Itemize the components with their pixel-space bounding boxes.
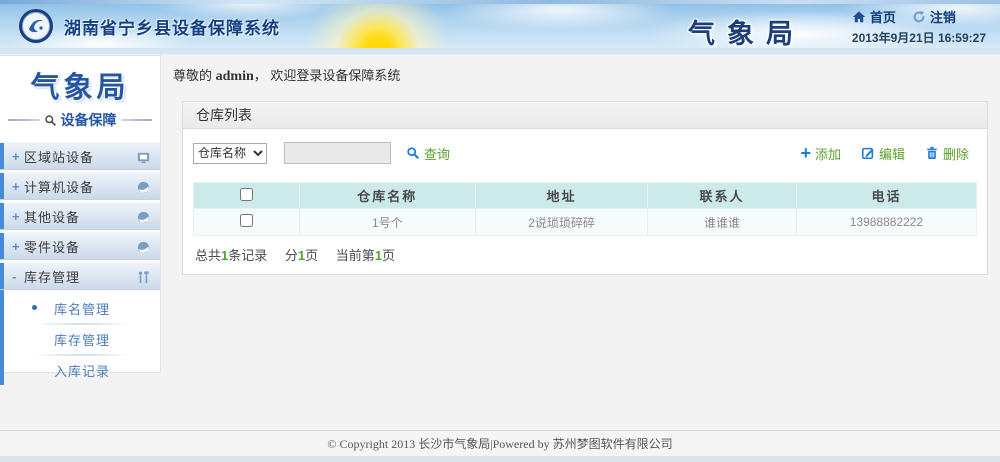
top-header: 湖南省宁乡县设备保障系统 气象局 首页 注销 20 <box>0 0 1000 48</box>
add-button[interactable]: + 添加 <box>800 144 841 163</box>
top-nav: 首页 注销 2013年9月21日 16:59:27 <box>852 7 986 46</box>
accent-bar <box>0 173 4 199</box>
search-input[interactable] <box>284 142 391 164</box>
device-icon <box>136 210 151 225</box>
column-header-warehouse-name: 仓库名称 <box>299 183 475 209</box>
trash-icon <box>925 146 939 160</box>
inventory-submenu: 库名管理 库存管理 入库记录 <box>0 290 160 385</box>
header-top-strip <box>0 0 1000 4</box>
edit-button[interactable]: 编辑 <box>861 144 905 163</box>
submenu-item-warehouse-name-management[interactable]: 库名管理 <box>4 294 160 323</box>
delete-button[interactable]: 删除 <box>925 144 969 163</box>
active-bullet-icon <box>32 305 37 310</box>
magnifier-icon <box>44 114 57 127</box>
pagination-info: 总共1条记录 分1页 当前第1页 <box>183 236 987 274</box>
warehouse-table: 仓库名称 地址 联系人 电话 1号个 2说琐琐碎碎 谁谁谁 13988 <box>193 182 977 236</box>
query-button[interactable]: 查询 <box>406 144 450 163</box>
toolbar: 仓库名称 查询 + 添加 <box>183 129 987 176</box>
sidebar-brand-title: 气象局 <box>0 64 160 106</box>
app-window: 湖南省宁乡县设备保障系统 气象局 首页 注销 20 <box>0 0 1000 462</box>
table-header-row: 仓库名称 地址 联系人 电话 <box>194 183 977 209</box>
header-sub-strip <box>0 48 1000 55</box>
main-content: 尊敬的 admin， 欢迎登录设备保障系统 仓库列表 仓库名称 查询 <box>161 55 1000 275</box>
tools-icon <box>136 270 151 285</box>
username: admin <box>216 69 254 84</box>
home-icon <box>852 10 866 24</box>
accent-bar <box>0 233 4 259</box>
divider <box>8 119 40 121</box>
bureau-logo-icon <box>18 8 54 44</box>
cell-phone: 13988882222 <box>796 209 976 236</box>
panel-title: 仓库列表 <box>183 102 987 129</box>
datetime-display: 2013年9月21日 16:59:27 <box>852 29 986 46</box>
welcome-message: 尊敬的 admin， 欢迎登录设备保障系统 <box>173 65 1000 85</box>
brand-area: 湖南省宁乡县设备保障系统 <box>18 8 280 44</box>
header-checkbox-cell <box>194 183 300 209</box>
row-checkbox-cell <box>194 209 300 236</box>
select-all-checkbox[interactable] <box>240 188 253 201</box>
sidebar-item-other-equipment[interactable]: + 其他设备 <box>0 202 160 230</box>
search-icon <box>406 146 420 160</box>
home-link[interactable]: 首页 <box>852 7 896 26</box>
copyright-text: © Copyright 2013 长沙市气象局|Powered by 苏州梦图软… <box>327 435 672 452</box>
accent-bar <box>0 143 4 169</box>
cell-address: 2说琐琐碎碎 <box>475 209 647 236</box>
sidebar-item-computer-equipment[interactable]: + 计算机设备 <box>0 172 160 200</box>
column-header-contact: 联系人 <box>648 183 797 209</box>
warehouse-list-panel: 仓库列表 仓库名称 查询 + 添加 <box>182 101 988 275</box>
toolbar-actions: + 添加 编辑 <box>800 144 977 163</box>
pagination-total: 总共1条记录 <box>195 248 267 263</box>
footer: © Copyright 2013 长沙市气象局|Powered by 苏州梦图软… <box>0 430 1000 456</box>
sidebar: 气象局 设备保障 + 区域站设备 + <box>0 55 161 373</box>
column-header-address: 地址 <box>475 183 647 209</box>
edit-icon <box>861 146 875 160</box>
footer-bottom-strip <box>0 456 1000 462</box>
sidebar-menu: + 区域站设备 + 计算机设备 + 其他设备 <box>0 142 160 290</box>
sidebar-item-inventory-management[interactable]: - 库存管理 <box>0 262 160 290</box>
accent-bar <box>0 263 4 289</box>
cell-warehouse-name: 1号个 <box>299 209 475 236</box>
sidebar-item-region-station-equipment[interactable]: + 区域站设备 <box>0 142 160 170</box>
accent-bar <box>0 203 4 229</box>
logout-refresh-icon <box>912 10 926 24</box>
pagination-current: 当前第1页 <box>336 248 395 263</box>
logout-link[interactable]: 注销 <box>912 7 956 26</box>
cell-contact: 谁谁谁 <box>648 209 797 236</box>
submenu-item-inbound-records[interactable]: 入库记录 <box>4 356 160 385</box>
pagination-pages: 分1页 <box>285 248 318 263</box>
bureau-name: 气象局 <box>688 12 805 51</box>
sidebar-brand-subtitle-row: 设备保障 <box>8 110 152 130</box>
row-checkbox[interactable] <box>240 214 253 227</box>
search-field-select[interactable]: 仓库名称 <box>193 143 267 164</box>
device-icon <box>136 180 151 195</box>
column-header-phone: 电话 <box>796 183 976 209</box>
system-title: 湖南省宁乡县设备保障系统 <box>64 14 280 39</box>
device-icon <box>136 240 151 255</box>
divider <box>121 119 153 121</box>
sidebar-item-parts-equipment[interactable]: + 零件设备 <box>0 232 160 260</box>
sidebar-brand-subtitle: 设备保障 <box>61 110 117 130</box>
submenu-item-inventory-management[interactable]: 库存管理 <box>4 325 160 354</box>
monitor-icon <box>136 150 151 165</box>
table-row[interactable]: 1号个 2说琐琐碎碎 谁谁谁 13988882222 <box>194 209 977 236</box>
plus-icon: + <box>800 146 811 160</box>
